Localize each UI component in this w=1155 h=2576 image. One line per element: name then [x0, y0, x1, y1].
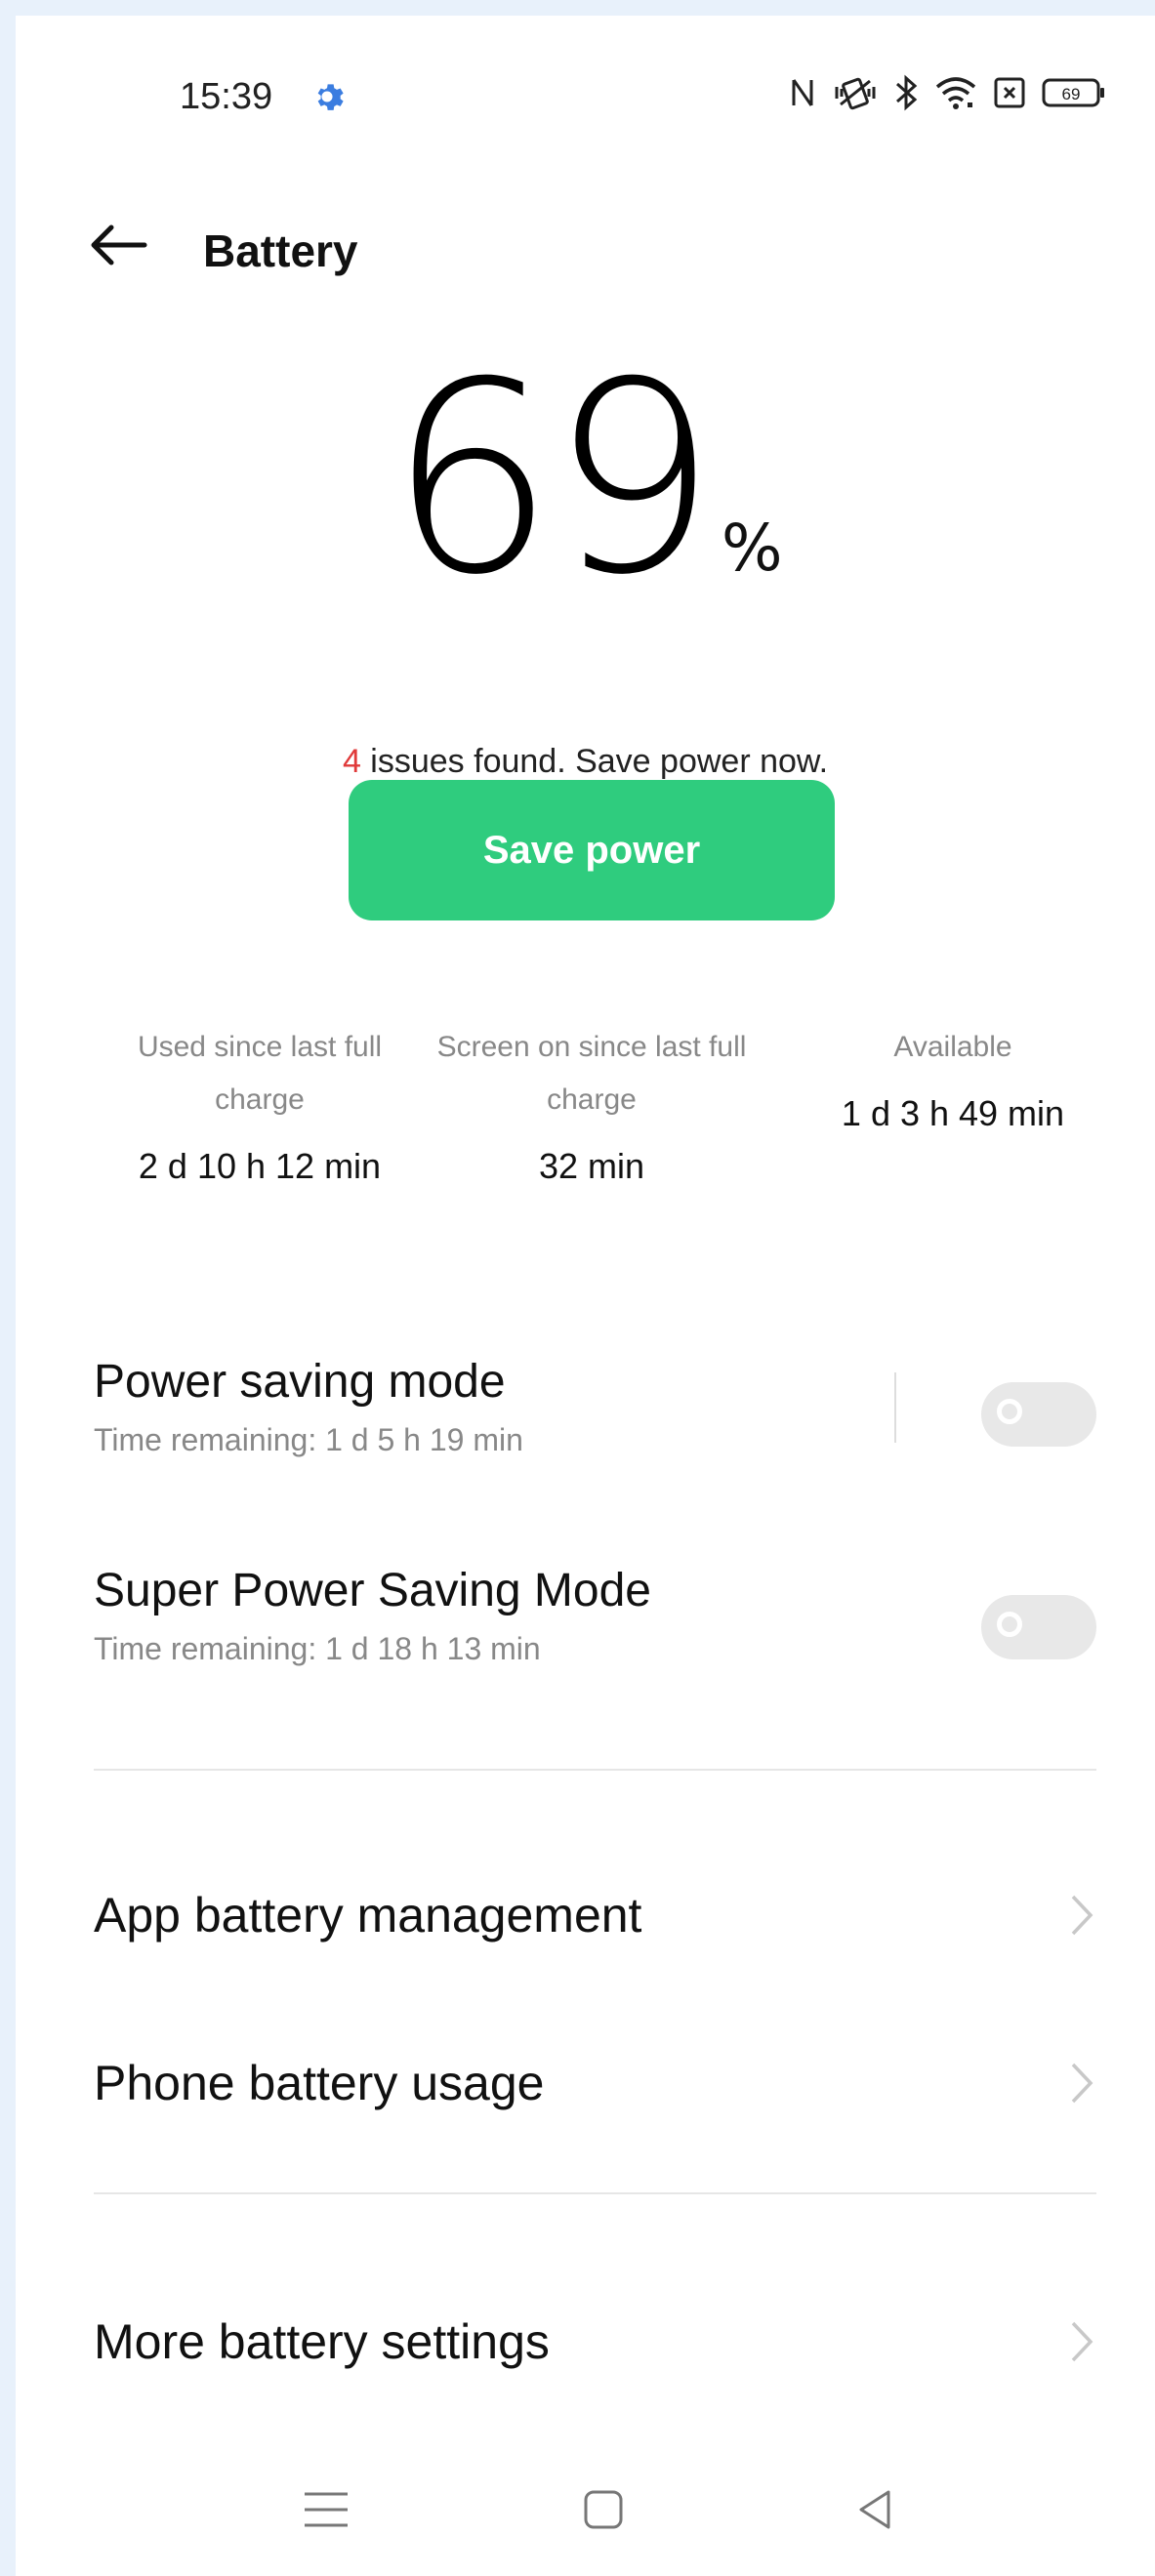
stat-value: 1 d 3 h 49 min — [841, 1093, 1065, 1133]
power-saving-mode-row[interactable]: Power saving mode Time remaining: 1 d 5 … — [94, 1355, 1096, 1458]
app-battery-management-label: App battery management — [94, 1888, 642, 1942]
battery-screen: 15:39 69 Battery 69 % 4 issues found. Sa… — [16, 16, 1155, 2576]
super-power-saving-mode-toggle[interactable] — [981, 1595, 1096, 1659]
menu-nav-icon[interactable] — [297, 2480, 355, 2539]
back-arrow-icon[interactable] — [84, 216, 152, 274]
bluetooth-icon — [896, 74, 918, 111]
toggle-knob — [997, 1399, 1022, 1424]
chevron-right-icon — [1071, 1895, 1093, 1936]
battery-icon: 69 — [1042, 78, 1104, 107]
battery-percent-value: 69 — [388, 325, 718, 633]
issue-count: 4 — [342, 743, 361, 780]
issues-text: issues found. Save power now. — [360, 743, 829, 780]
wifi-icon — [935, 77, 976, 109]
super-power-saving-mode-subtitle: Time remaining: 1 d 18 h 13 min — [94, 1631, 541, 1666]
settings-gear-icon — [317, 84, 344, 110]
phone-battery-usage-label: Phone battery usage — [94, 2056, 545, 2110]
power-saving-mode-toggle[interactable] — [981, 1382, 1096, 1447]
power-saving-mode-subtitle: Time remaining: 1 d 5 h 19 min — [94, 1422, 523, 1457]
save-power-button[interactable]: Save power — [349, 780, 835, 920]
stat-value: 32 min — [538, 1146, 645, 1186]
nfc-icon — [792, 79, 813, 106]
stat-label: Screen on since last full charge — [436, 1031, 747, 1116]
more-battery-settings-item[interactable]: More battery settings — [94, 2293, 1096, 2391]
divider — [94, 1769, 1096, 1771]
battery-percent-display: 69% — [16, 348, 1155, 611]
stat-screen-on: Screen on since last full charge 32 min — [435, 1021, 748, 1187]
status-time: 15:39 — [180, 76, 273, 117]
stat-label: Available — [893, 1031, 1012, 1063]
vibrate-icon — [835, 77, 876, 110]
home-nav-icon[interactable] — [574, 2480, 633, 2539]
app-battery-management-item[interactable]: App battery management — [94, 1866, 1096, 1964]
super-power-saving-mode-row[interactable]: Super Power Saving Mode Time remaining: … — [94, 1564, 1096, 1667]
divider — [94, 2192, 1096, 2194]
vertical-separator — [894, 1372, 896, 1443]
battery-level-text: 69 — [1062, 85, 1081, 103]
toggle-knob — [997, 1612, 1022, 1637]
super-power-saving-mode-title: Super Power Saving Mode — [94, 1565, 651, 1616]
phone-battery-usage-item[interactable]: Phone battery usage — [94, 2034, 1096, 2132]
stat-value: 2 d 10 h 12 min — [138, 1146, 382, 1186]
chevron-right-icon — [1071, 2321, 1093, 2362]
stat-label: Used since last full charge — [137, 1031, 383, 1116]
back-nav-icon[interactable] — [846, 2480, 904, 2539]
stat-used-since-charge: Used since last full charge 2 d 10 h 12 … — [103, 1021, 416, 1187]
more-battery-settings-label: More battery settings — [94, 2314, 550, 2369]
close-box-icon — [994, 77, 1025, 108]
chevron-right-icon — [1071, 2063, 1093, 2104]
stat-available: Available 1 d 3 h 49 min — [797, 1021, 1109, 1134]
page-title: Battery — [203, 225, 358, 276]
power-saving-mode-title: Power saving mode — [94, 1356, 506, 1408]
percent-sign: % — [721, 511, 783, 586]
status-bar: 15:39 69 — [16, 66, 1155, 125]
issues-message: 4 issues found. Save power now. — [16, 743, 1155, 781]
